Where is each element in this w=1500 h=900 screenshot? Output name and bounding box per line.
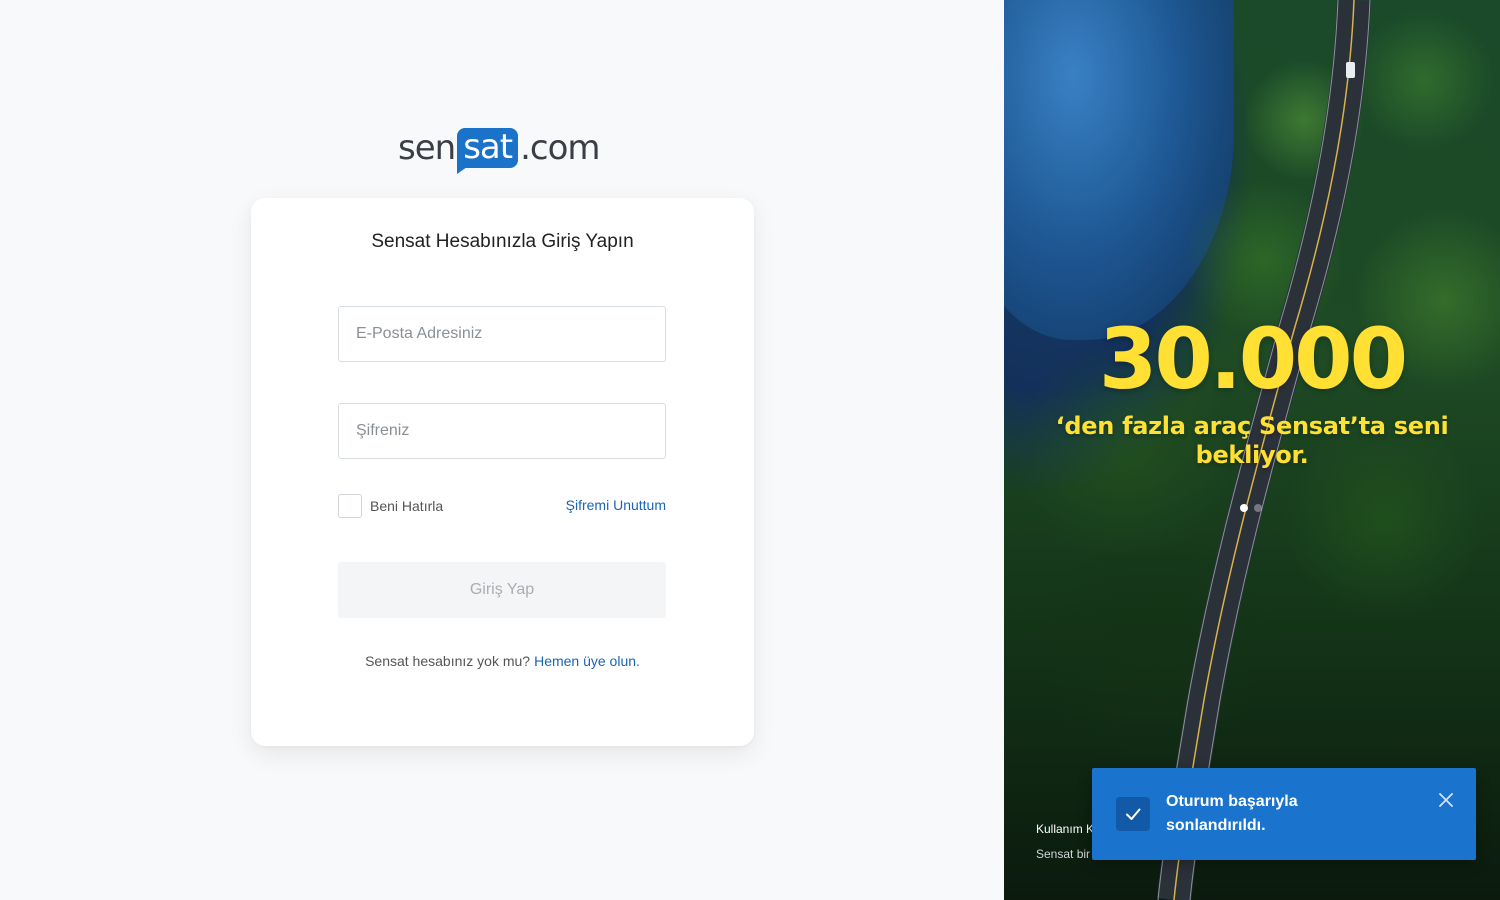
login-title: Sensat Hesabınızla Giriş Yapın [371,231,634,252]
footer-copyright: Sensat bir [1036,847,1091,861]
carousel-dot-1[interactable] [1240,504,1248,512]
remember-me-label: Beni Hatırla [370,498,444,514]
logout-toast: Oturum başarıyla sonlandırıldı. [1092,768,1476,860]
promo-number: 30.000 [1098,310,1408,408]
login-panel: sen sat .com Sensat Hesabınızla Giriş Yapı… [0,0,1004,900]
password-input[interactable] [338,403,666,459]
logo-highlight: sat [457,128,519,174]
promo-panel: 30.000 ‘den fazla araç Sensat’ta seni be… [1004,0,1500,900]
login-card: Sensat Hesabınızla Giriş Yapın Beni Hatı… [251,198,754,746]
logo-prefix: sen [398,128,456,168]
forgot-password-link[interactable]: Şifremi Unuttum [566,497,666,513]
carousel-dot-2[interactable] [1254,504,1262,512]
toast-message: Oturum başarıyla sonlandırıldı. [1166,793,1298,834]
signup-prompt-text: Sensat hesabınız yok mu? [365,653,531,669]
signup-link[interactable]: Hemen üye olun. [534,653,640,669]
email-input[interactable] [338,306,666,362]
carousel-dots [1240,504,1262,512]
terms-link[interactable]: Kullanım K [1036,822,1094,836]
sensat-logo[interactable]: sen sat .com [398,126,601,174]
close-icon[interactable] [1436,790,1456,810]
login-button[interactable]: Giriş Yap [338,562,666,618]
checkbox-box[interactable] [338,494,362,518]
promo-text: ‘den fazla araç Sensat’ta seni bekliyor. [1055,412,1449,469]
signup-prompt: Sensat hesabınız yok mu? Hemen üye olun. [251,653,754,669]
check-icon [1116,797,1150,831]
remember-me-checkbox[interactable]: Beni Hatırla [338,494,443,518]
logo-suffix: .com [520,128,600,168]
